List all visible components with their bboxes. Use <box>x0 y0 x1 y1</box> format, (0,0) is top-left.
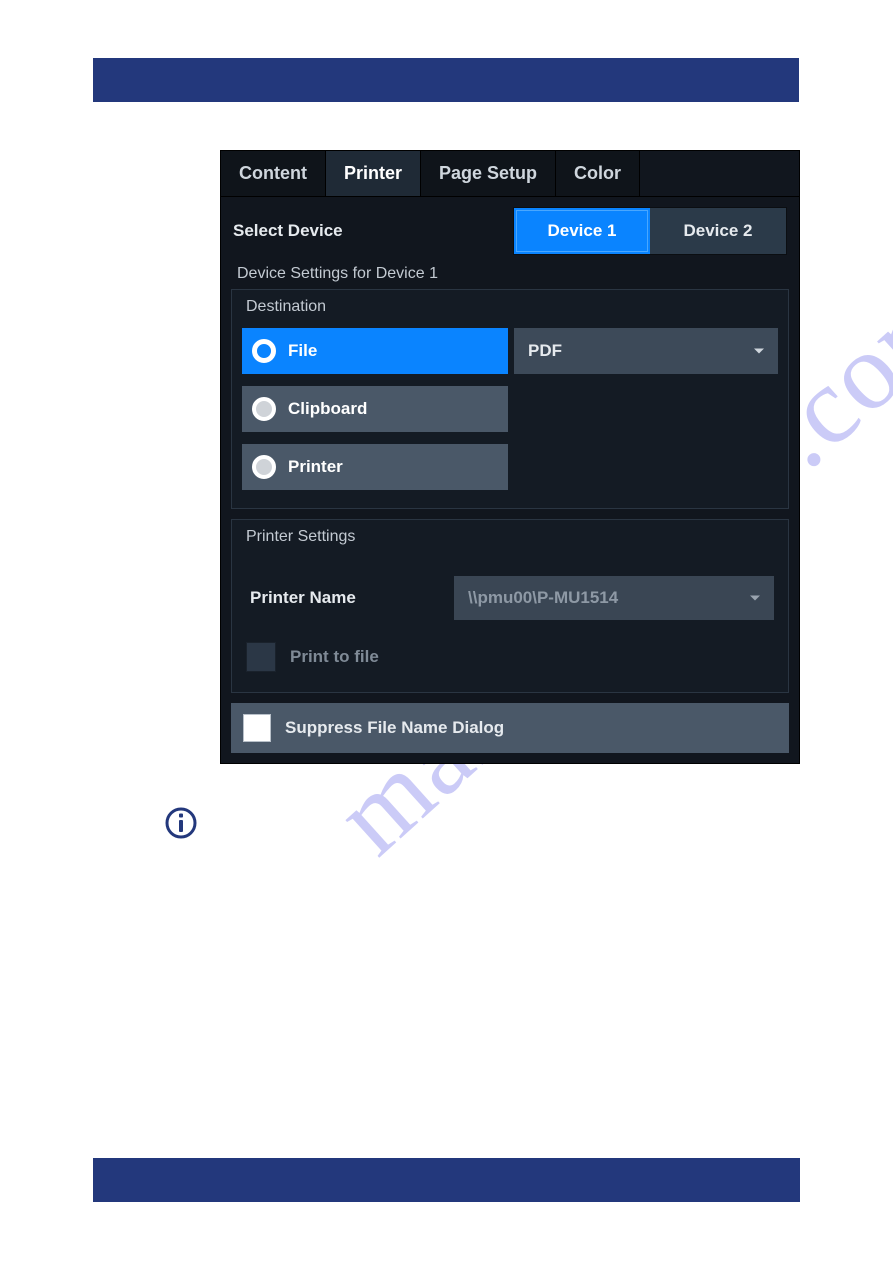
destination-printer[interactable]: Printer <box>242 444 508 490</box>
radio-icon <box>252 397 276 421</box>
destination-file[interactable]: File <box>242 328 508 374</box>
tab-page-setup[interactable]: Page Setup <box>421 151 556 196</box>
print-to-file-label: Print to file <box>290 647 379 667</box>
tab-content[interactable]: Content <box>221 151 326 196</box>
tab-color[interactable]: Color <box>556 151 640 196</box>
suppress-row: Suppress File Name Dialog <box>231 703 789 753</box>
print-to-file-checkbox[interactable] <box>246 642 276 672</box>
destination-clipboard-label: Clipboard <box>288 399 367 419</box>
radio-icon <box>252 339 276 363</box>
radio-icon <box>252 455 276 479</box>
header-band <box>93 58 799 102</box>
printer-panel: Content Printer Page Setup Color Select … <box>220 150 800 764</box>
destination-title: Destination <box>232 290 788 322</box>
select-device-row: Select Device Device 1 Device 2 <box>221 197 799 261</box>
tab-printer[interactable]: Printer <box>326 151 421 196</box>
destination-printer-label: Printer <box>288 457 343 477</box>
file-format-select[interactable]: PDF <box>514 328 778 374</box>
destination-clipboard[interactable]: Clipboard <box>242 386 508 432</box>
printer-settings-title: Printer Settings <box>232 520 788 552</box>
tabs-row: Content Printer Page Setup Color <box>221 151 799 197</box>
suppress-checkbox[interactable] <box>243 714 271 742</box>
suppress-label: Suppress File Name Dialog <box>285 718 504 738</box>
select-device-label: Select Device <box>233 221 513 241</box>
info-icon <box>164 806 198 840</box>
device-settings-title: Device Settings for Device 1 <box>221 261 799 289</box>
destination-group: Destination File PDF Clipboard <box>231 289 789 509</box>
printer-name-label: Printer Name <box>246 588 446 608</box>
device-1-button[interactable]: Device 1 <box>514 208 650 254</box>
printer-name-value: \\pmu00\P-MU1514 <box>468 588 618 608</box>
printer-name-select[interactable]: \\pmu00\P-MU1514 <box>454 576 774 620</box>
device-2-button[interactable]: Device 2 <box>650 208 786 254</box>
destination-file-label: File <box>288 341 317 361</box>
info-block <box>164 806 800 840</box>
file-format-value: PDF <box>528 341 562 361</box>
printer-settings-group: Printer Settings Printer Name \\pmu00\P-… <box>231 519 789 693</box>
footer-band <box>93 1158 800 1202</box>
device-toggle-group: Device 1 Device 2 <box>513 207 787 255</box>
